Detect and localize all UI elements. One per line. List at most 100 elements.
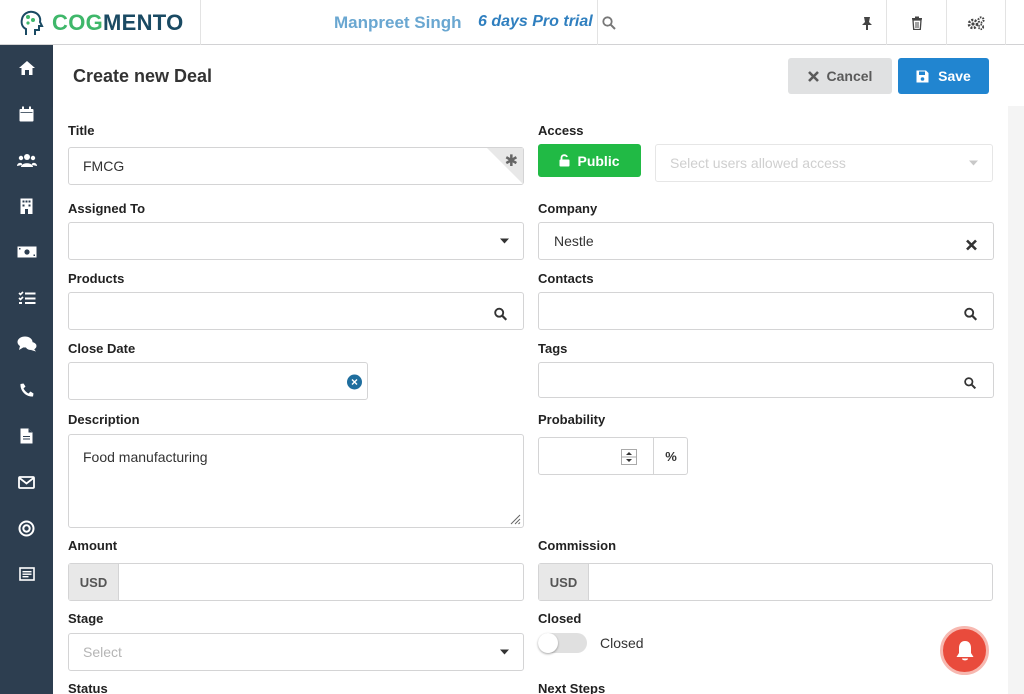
deals-money-icon [17, 246, 36, 258]
settings-gears-icon[interactable] [946, 0, 1006, 45]
stage-placeholder: Select [83, 644, 122, 660]
phone-icon [19, 383, 33, 397]
calendar-icon [19, 106, 34, 122]
sidebar-item-campaigns[interactable] [0, 513, 53, 543]
chevron-down-icon [969, 160, 978, 166]
contacts-icon [16, 154, 37, 167]
sidebar-item-deals[interactable] [0, 237, 53, 267]
logo-text-cog: COG [52, 9, 104, 35]
title-input[interactable]: FMCG ✱ [68, 147, 524, 185]
clear-x-icon[interactable] [966, 239, 977, 251]
tags-label: Tags [538, 341, 568, 356]
title-input-value: FMCG [83, 158, 125, 174]
required-asterisk-icon: ✱ [504, 153, 518, 170]
sidebar-item-documents[interactable] [0, 421, 53, 451]
unlock-icon [559, 154, 570, 167]
close-date-input[interactable] [68, 362, 368, 400]
access-users-select[interactable]: Select users allowed access [655, 144, 993, 182]
clear-date-icon[interactable] [347, 374, 362, 390]
status-label: Status [68, 681, 108, 694]
logo-text: COGMENTO [52, 10, 184, 36]
search-icon [964, 307, 977, 321]
sidebar-item-companies[interactable] [0, 191, 53, 221]
probability-label: Probability [538, 412, 606, 427]
assigned-to-label: Assigned To [68, 201, 146, 216]
scrollbar-track[interactable] [1008, 106, 1024, 694]
close-icon [807, 70, 819, 82]
close-date-label: Close Date [68, 341, 136, 356]
access-label: Access [538, 123, 584, 138]
campaigns-icon [18, 520, 35, 536]
logo-text-mento: MENTO [103, 9, 184, 35]
toggle-knob [538, 633, 558, 653]
save-disk-icon [916, 70, 929, 82]
page-title: Create new Deal [73, 66, 213, 86]
page-header: Create new Deal Cancel Save [53, 45, 1024, 106]
access-users-placeholder: Select users allowed access [670, 155, 846, 171]
tasks-icon [17, 291, 35, 304]
notification-button[interactable] [940, 626, 989, 675]
sidebar-item-forms[interactable] [0, 559, 53, 589]
contacts-search-input[interactable] [538, 292, 994, 330]
trial-badge[interactable]: 6 days Pro trial [478, 13, 593, 31]
assigned-to-select[interactable] [68, 222, 524, 260]
trash-icon[interactable] [886, 0, 946, 45]
pin-icon[interactable] [847, 0, 886, 45]
top-bar: COGMENTO Manpreet Singh 6 days Pro trial [0, 0, 1024, 45]
home-icon [18, 61, 35, 75]
cancel-button-label: Cancel [826, 68, 873, 84]
bell-icon [956, 640, 973, 660]
products-search-input[interactable] [68, 292, 524, 330]
deal-form: Title FMCG ✱ Access Public Select users … [53, 106, 1008, 694]
amount-currency-addon: USD [69, 564, 119, 600]
chevron-down-icon [500, 649, 509, 655]
documents-icon [20, 428, 33, 444]
description-textarea[interactable]: Food manufacturing [68, 434, 524, 528]
resize-handle-icon[interactable] [510, 514, 521, 525]
amount-input[interactable]: USD [68, 563, 524, 601]
search-icon[interactable] [597, 0, 619, 45]
sidebar-item-calls[interactable] [0, 375, 53, 405]
commission-input[interactable]: USD [538, 563, 993, 601]
next-steps-label: Next Steps [538, 681, 606, 694]
tags-search-input[interactable] [538, 362, 994, 398]
sidebar-item-home[interactable] [0, 53, 53, 83]
description-label: Description [68, 412, 140, 427]
description-value: Food manufacturing [83, 449, 208, 465]
cancel-button[interactable]: Cancel [788, 58, 892, 94]
email-icon [18, 475, 35, 489]
sidebar-item-email[interactable] [0, 467, 53, 497]
probability-input[interactable]: % [538, 437, 688, 475]
sidebar-item-cases[interactable] [0, 329, 53, 359]
save-button-label: Save [938, 68, 971, 84]
company-select[interactable]: Nestle [538, 222, 994, 260]
search-icon [964, 377, 976, 389]
company-icon [20, 198, 33, 214]
commission-currency-addon: USD [539, 564, 589, 600]
cases-chat-icon [17, 336, 36, 352]
stage-select[interactable]: Select [68, 633, 524, 671]
sidebar-item-tasks[interactable] [0, 283, 53, 313]
number-spinner-icon[interactable] [621, 449, 637, 465]
stage-label: Stage [68, 611, 104, 626]
sidebar [0, 45, 53, 694]
public-access-label: Public [577, 152, 620, 169]
percent-addon: % [653, 438, 688, 474]
public-access-button[interactable]: Public [538, 144, 641, 177]
app-logo[interactable]: COGMENTO [0, 0, 201, 45]
contacts-label: Contacts [538, 271, 594, 286]
save-button[interactable]: Save [898, 58, 989, 94]
chevron-down-icon [500, 238, 509, 244]
products-label: Products [68, 271, 125, 286]
closed-toggle-label[interactable]: Closed [600, 635, 644, 651]
sidebar-item-calendar[interactable] [0, 99, 53, 129]
amount-label: Amount [68, 538, 118, 553]
company-value: Nestle [554, 233, 594, 249]
sidebar-item-contacts[interactable] [0, 145, 53, 175]
brain-head-icon [20, 10, 44, 35]
closed-toggle[interactable] [538, 633, 587, 653]
search-icon [494, 307, 507, 321]
closed-label: Closed [538, 611, 582, 626]
user-name[interactable]: Manpreet Singh [334, 13, 462, 33]
forms-icon [18, 567, 35, 581]
